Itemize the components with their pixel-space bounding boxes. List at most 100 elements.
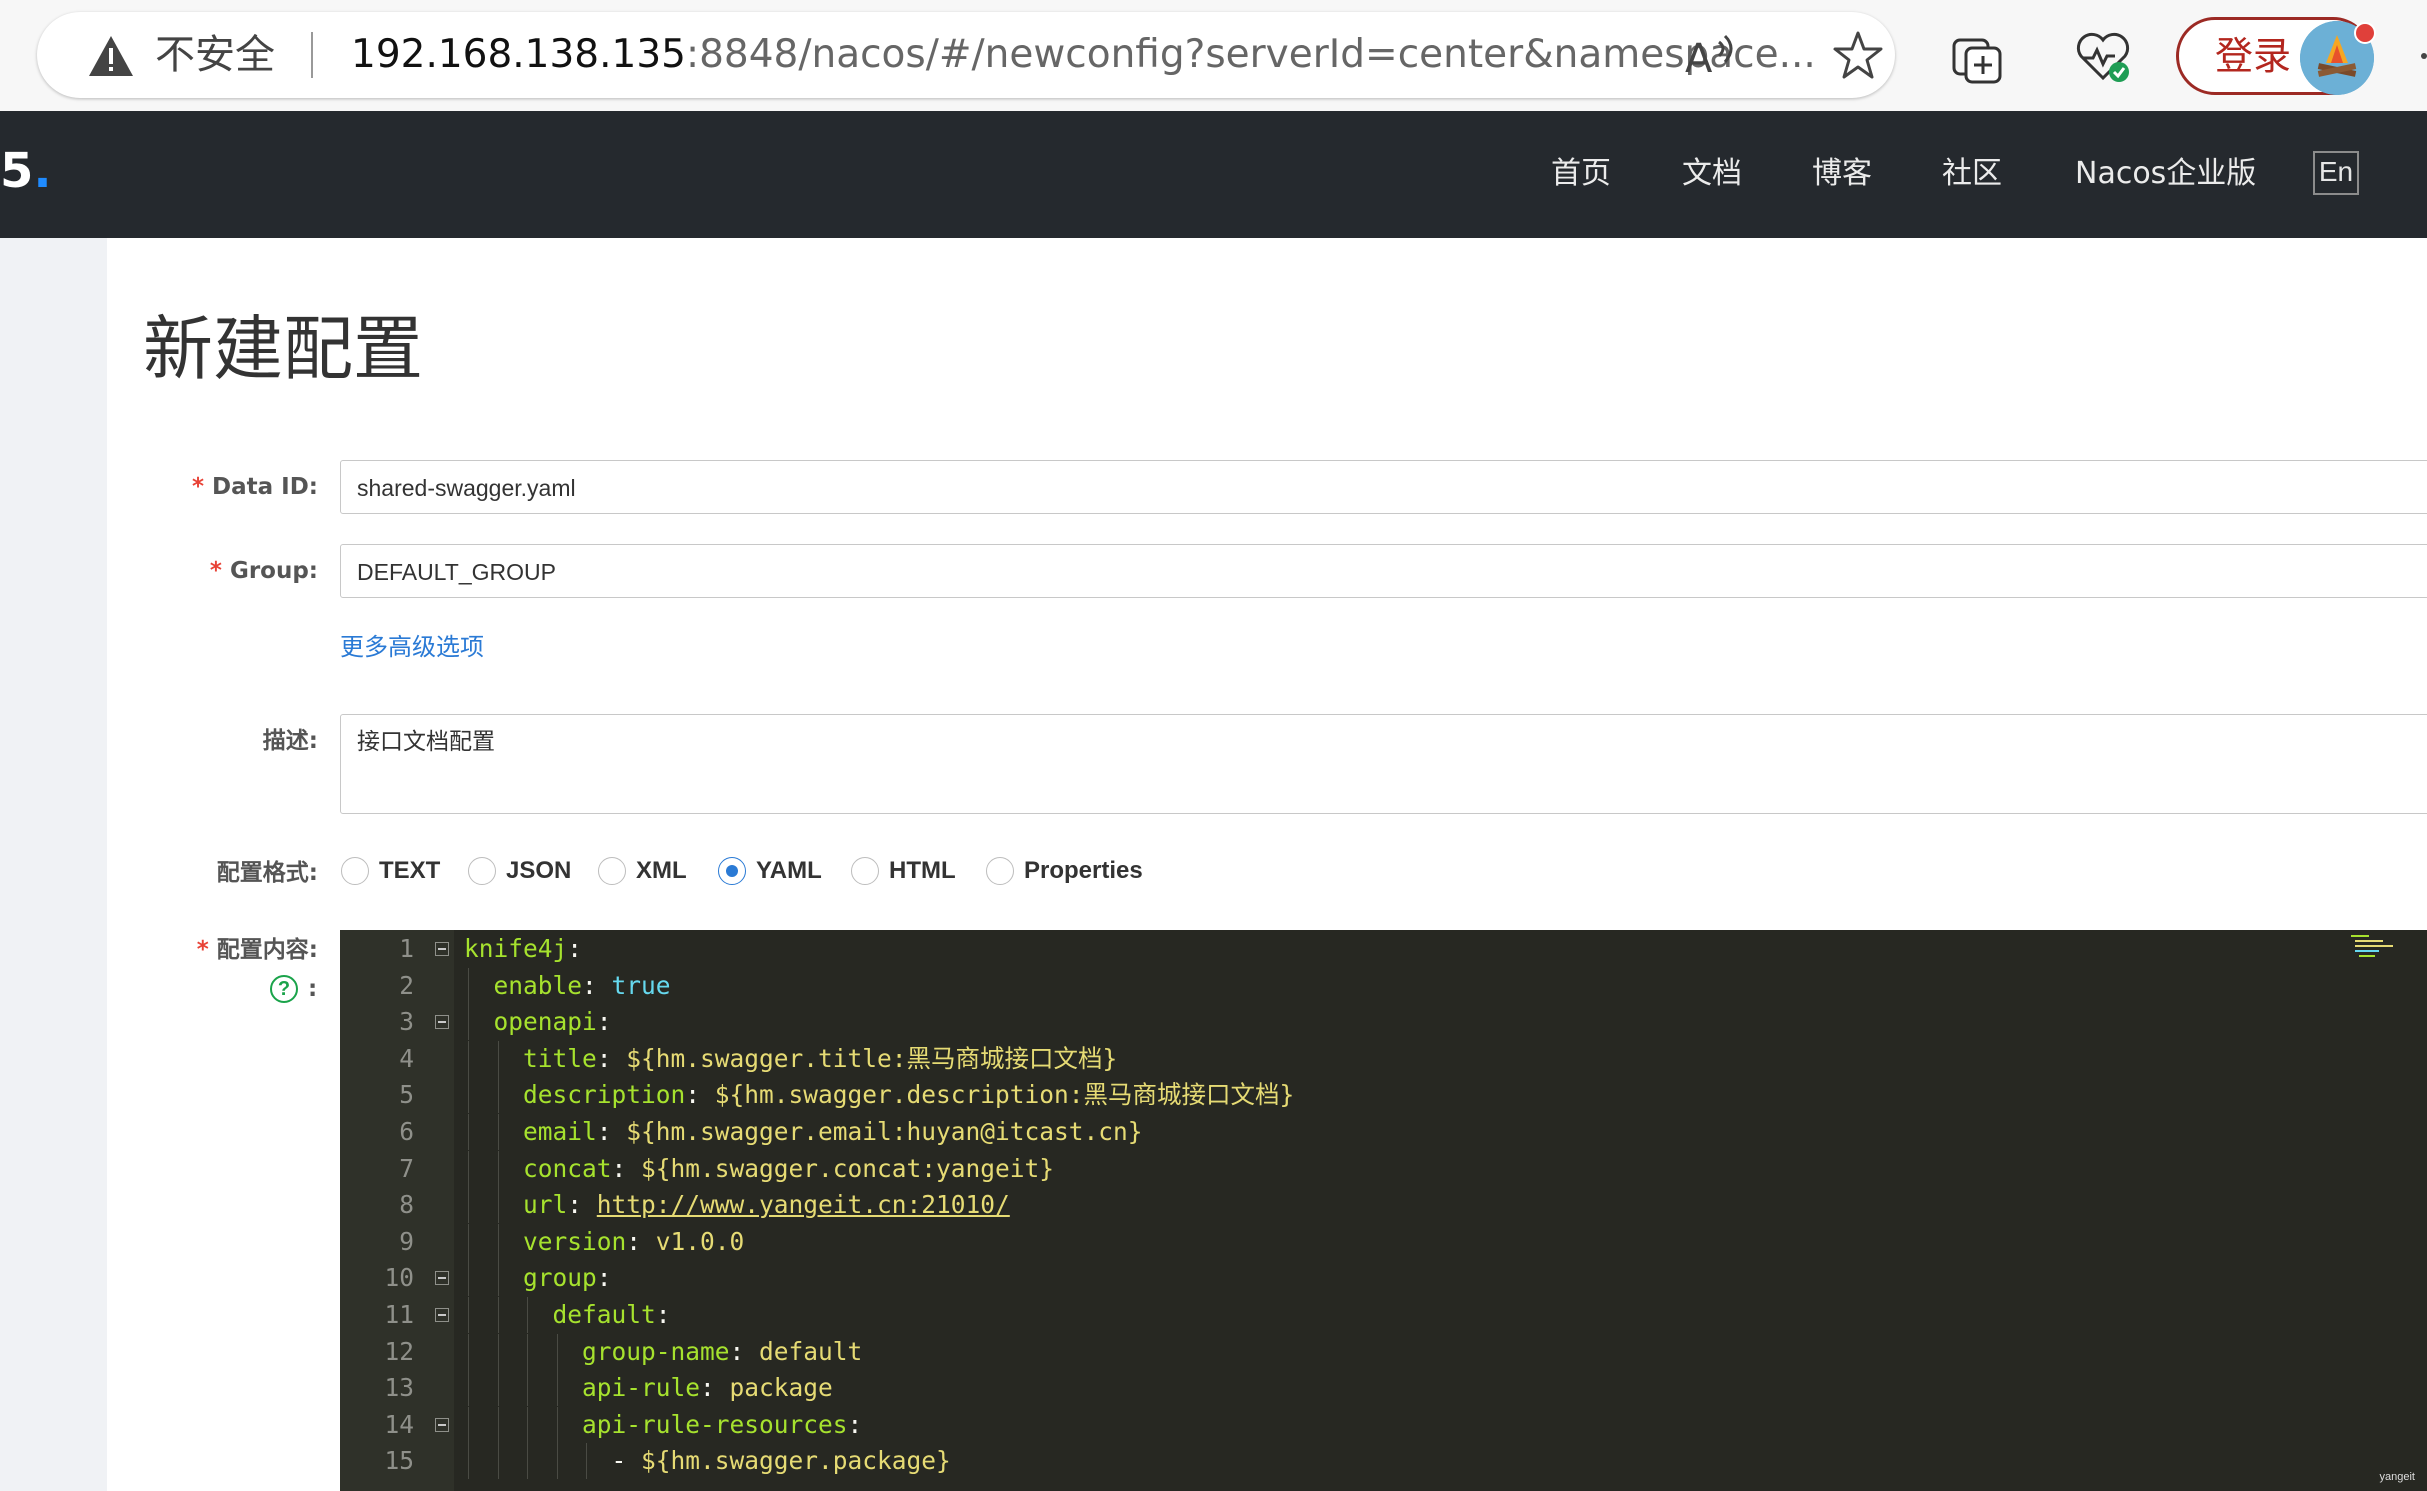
indent-guide: [497, 1260, 499, 1297]
indent-guide: [497, 1077, 499, 1114]
star-icon[interactable]: [1832, 30, 1884, 82]
group-input[interactable]: DEFAULT_GROUP: [340, 544, 2427, 598]
nav-community[interactable]: 社区: [1942, 154, 2002, 194]
add-tab-icon[interactable]: [1950, 30, 2004, 84]
indent-guide: [468, 1114, 469, 1150]
login-label: 登录: [2215, 34, 2292, 78]
indent-guide: [556, 1370, 558, 1407]
fold-toggle-icon[interactable]: [435, 1308, 449, 1322]
address-bar[interactable]: 不安全 192.168.138.135:8848/nacos/#/newconf…: [37, 12, 1895, 98]
indent-guide: [468, 1260, 469, 1297]
svg-text:A: A: [1685, 36, 1713, 80]
indent-guide: [497, 1297, 499, 1333]
minimap[interactable]: [2349, 932, 2399, 962]
indent-guide: [527, 1370, 528, 1407]
code-line[interactable]: 10 group:: [340, 1260, 2427, 1297]
indent-guide: [527, 1406, 528, 1443]
url-path: :8848/nacos/#/newconfig?serverId=center&…: [685, 32, 1816, 77]
line-number: 8: [399, 1190, 414, 1220]
code-text: api-rule-resources:: [582, 1409, 863, 1439]
code-editor[interactable]: 1 knife4j: 2 enable: true 3 openapi: 4 title: $…: [340, 930, 2427, 1491]
group-value: DEFAULT_GROUP: [357, 559, 556, 585]
code-text: title: ${hm.swagger.title:黑马商城接口文档}: [523, 1043, 1118, 1073]
code-line[interactable]: 8 url: http://www.yangeit.cn:21010/: [340, 1187, 2427, 1224]
advanced-options-link[interactable]: 更多高级选项: [340, 632, 484, 662]
side-strip: [0, 238, 107, 1491]
code-line[interactable]: 5 description: ${hm.swagger.description:黑…: [340, 1077, 2427, 1114]
line-number: 15: [384, 1446, 414, 1476]
nav-home[interactable]: 首页: [1551, 154, 1611, 194]
health-icon[interactable]: [2075, 30, 2133, 84]
code-line[interactable]: 13 api-rule: package: [340, 1370, 2427, 1407]
code-text: enable: true: [493, 970, 671, 1000]
top-navbar: 5. 首页 文档 博客 社区 Nacos企业版 En: [0, 111, 2427, 238]
security-label[interactable]: 不安全: [155, 30, 275, 80]
brand-logo-char: 5: [0, 143, 34, 199]
line-number: 14: [384, 1409, 414, 1439]
indent-guide: [468, 1150, 469, 1187]
indent-guide: [468, 1297, 469, 1333]
url-host: 192.168.138.135: [351, 32, 686, 77]
code-line[interactable]: 12 group-name: default: [340, 1333, 2427, 1370]
indent-guide: [468, 1040, 469, 1077]
url-text[interactable]: 192.168.138.135:8848/nacos/#/newconfig?s…: [351, 30, 1816, 80]
more-icon[interactable]: [2412, 36, 2427, 76]
description-label: 描述:: [262, 728, 318, 754]
indent-guide: [497, 1333, 499, 1370]
code-line[interactable]: 14 api-rule-resources:: [340, 1406, 2427, 1443]
nav-enterprise[interactable]: Nacos企业版: [2075, 154, 2256, 194]
data-id-input[interactable]: shared-swagger.yaml: [340, 460, 2427, 514]
indent-guide: [497, 1187, 499, 1224]
help-icon[interactable]: ?: [270, 975, 298, 1003]
indent-guide: [497, 1370, 499, 1407]
fold-toggle-icon[interactable]: [435, 942, 449, 956]
indent-guide: [468, 1077, 469, 1114]
code-text: default:: [552, 1300, 671, 1329]
brand-logo-fragment[interactable]: 5.: [0, 141, 52, 201]
nav-docs[interactable]: 文档: [1682, 154, 1742, 194]
indent-guide: [556, 1333, 558, 1370]
content-label-text: 配置内容:: [216, 937, 318, 963]
fold-toggle-icon[interactable]: [435, 1271, 449, 1286]
code-line[interactable]: 4 title: ${hm.swagger.title:黑马商城接口文档}: [340, 1040, 2427, 1077]
code-line[interactable]: 11 default:: [340, 1297, 2427, 1333]
code-line[interactable]: 7 concat: ${hm.swagger.concat:yangeit}: [340, 1150, 2427, 1187]
code-line[interactable]: 6 email: ${hm.swagger.email:huyan@itcast.…: [340, 1114, 2427, 1150]
read-aloud-icon[interactable]: A: [1685, 32, 1745, 80]
indent-guide: [527, 1297, 528, 1333]
fold-toggle-icon[interactable]: [435, 1417, 449, 1432]
indent-guide: [527, 1443, 528, 1480]
format-label: 配置格式:: [216, 860, 318, 886]
data-id-label: * Data ID:: [191, 474, 318, 500]
line-number: 2: [399, 970, 414, 1000]
code-line[interactable]: 2 enable: true: [340, 967, 2427, 1004]
code-line[interactable]: 1 knife4j:: [340, 931, 2427, 967]
language-switch-button[interactable]: En: [2313, 151, 2359, 195]
indent-guide: [468, 1370, 469, 1407]
code-text: version: v1.0.0: [523, 1226, 745, 1256]
indent-guide: [468, 1333, 469, 1370]
line-number: 9: [399, 1226, 414, 1256]
code-line[interactable]: 3 openapi:: [340, 1004, 2427, 1041]
code-text: concat: ${hm.swagger.concat:yangeit}: [523, 1153, 1055, 1183]
browser-toolbar: 不安全 192.168.138.135:8848/nacos/#/newconf…: [0, 0, 2427, 112]
line-number: 6: [399, 1117, 414, 1146]
watermark: yangeit: [2379, 1471, 2415, 1483]
indent-guide: [468, 1406, 469, 1443]
code-line[interactable]: 15 - ${hm.swagger.package}: [340, 1443, 2427, 1480]
indent-guide: [556, 1406, 558, 1443]
warning-icon[interactable]: [87, 34, 135, 78]
indent-guide: [468, 1223, 469, 1260]
code-text: email: ${hm.swagger.email:huyan@itcast.c…: [523, 1117, 1143, 1146]
code-line[interactable]: 9 version: v1.0.0: [340, 1223, 2427, 1260]
indent-guide: [497, 1223, 499, 1260]
code-text: group-name: default: [582, 1336, 863, 1366]
line-number: 7: [399, 1153, 414, 1183]
fold-toggle-icon[interactable]: [435, 1015, 449, 1030]
description-value: 接口文档配置: [357, 729, 495, 755]
description-textarea[interactable]: 接口文档配置: [340, 714, 2427, 814]
indent-guide: [468, 1004, 469, 1041]
nav-blog[interactable]: 博客: [1812, 154, 1872, 194]
indent-guide: [468, 1443, 469, 1480]
help-colon: :: [308, 976, 318, 1002]
